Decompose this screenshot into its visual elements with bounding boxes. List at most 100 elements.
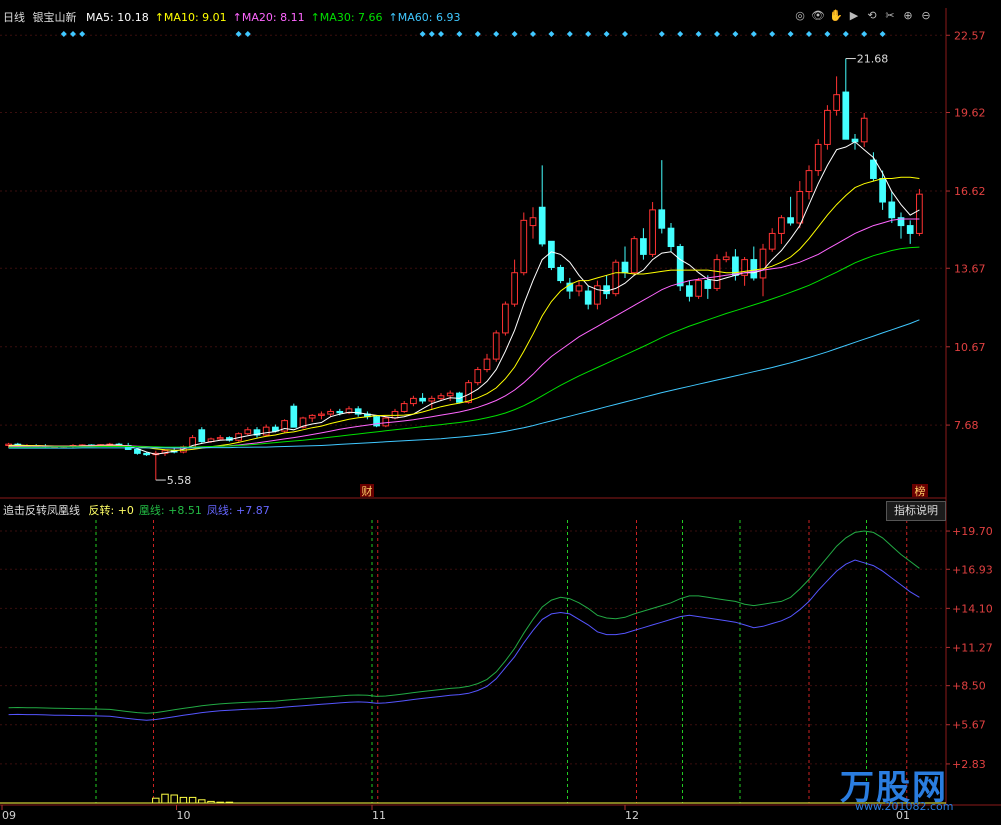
xtick-label-1: 10 — [177, 809, 191, 822]
candle-body-50 — [465, 382, 472, 403]
candle-body-65 — [603, 285, 610, 295]
candle-body-56 — [520, 219, 528, 274]
candle-body-44 — [410, 397, 417, 405]
candle-body-78 — [722, 256, 730, 261]
candle-body-95 — [879, 177, 886, 203]
ma-values: MA5: 10.18 ↑MA10: 9.01 ↑MA20: 8.11 ↑MA30: 7… — [80, 11, 460, 24]
candle-body-74 — [686, 285, 693, 297]
candle-body-82 — [759, 248, 767, 279]
main-ytick-label-0: 22.57 — [954, 29, 986, 42]
ind-ytick-label-1: +16.93 — [952, 563, 993, 576]
candle-body-62 — [575, 285, 583, 292]
chart-control-icon-6[interactable]: ⊕ — [901, 9, 915, 22]
ma-label-1: ↑MA10: 9.01 — [154, 11, 227, 24]
candle-body-33 — [308, 414, 316, 419]
candle-body-28 — [262, 426, 270, 436]
candle-body-55 — [511, 272, 518, 305]
indicator-value-2: 凤线: +7.87 — [206, 504, 270, 517]
reversal-bar-17 — [161, 793, 169, 804]
candle-body-90 — [833, 94, 840, 111]
candle-body-89 — [824, 109, 831, 145]
cai-badge: 财 — [362, 484, 373, 498]
xtick-label-0: 09 — [2, 809, 16, 822]
low-marker-label: 5.58 — [167, 474, 192, 487]
ind-ytick-label-5: +5.67 — [952, 719, 986, 732]
candle-body-47 — [437, 395, 445, 399]
background — [0, 0, 1001, 825]
candle-body-87 — [805, 170, 813, 193]
chart-control-icon-7[interactable]: ⊖ — [919, 9, 933, 22]
candle-body-98 — [906, 225, 914, 234]
chart-control-icon-4[interactable]: ⟲ — [865, 9, 879, 22]
candle-body-54 — [502, 303, 509, 334]
chart-control-icon-3[interactable]: ▶ — [847, 9, 861, 22]
main-ytick-label-3: 13.67 — [954, 262, 986, 275]
candle-body-46 — [428, 397, 436, 402]
candle-body-23 — [216, 437, 224, 440]
candle-body-76 — [704, 280, 712, 289]
candle-body-83 — [768, 232, 776, 250]
candle-body-26 — [244, 429, 252, 435]
reversal-bar-20 — [188, 796, 197, 804]
indicator-explain-button[interactable]: 指标说明 — [886, 501, 946, 521]
candle-body-31 — [290, 405, 298, 428]
ind-ytick-label-4: +8.50 — [952, 680, 986, 693]
candle-body-45 — [419, 397, 426, 402]
candle-body-75 — [695, 280, 702, 297]
xtick-label-3: 12 — [625, 809, 639, 822]
candle-body-15 — [143, 452, 150, 456]
candle-body-63 — [584, 290, 592, 305]
candle-body-57 — [529, 217, 537, 227]
indicator-values: 反转: +0 凰线: +8.51 凤线: +7.87 — [84, 504, 270, 517]
candle-body-48 — [446, 392, 454, 397]
candle-body-84 — [778, 217, 785, 234]
site-logo-url: www.201082.com — [855, 800, 954, 813]
period-label[interactable]: 日线 — [3, 11, 25, 24]
candle-body-36 — [336, 410, 344, 414]
chart-control-icon-0[interactable]: ◎ — [793, 9, 807, 22]
candle-body-14 — [134, 448, 141, 454]
candle-body-35 — [327, 410, 334, 415]
reversal-bar-19 — [179, 796, 188, 804]
ma-label-4: ↑MA60: 6.93 — [388, 11, 461, 24]
main-ytick-label-4: 10.67 — [954, 341, 986, 354]
candle-body-86 — [796, 191, 804, 224]
candle-body-93 — [860, 117, 868, 143]
ma-label-3: ↑MA30: 7.66 — [310, 11, 383, 24]
indicator-value-1: 凰线: +8.51 — [138, 504, 202, 517]
reversal-bar-16 — [152, 797, 160, 804]
candle-body-52 — [483, 358, 491, 371]
candle-body-59 — [548, 240, 555, 268]
chart-controls: ◎ 👁 ✋ ▶ ⟲ ✂ ⊕ ⊖ — [793, 9, 933, 22]
main-ytick-label-2: 16.62 — [954, 185, 986, 198]
xtick-label-2: 11 — [372, 809, 386, 822]
ind-ytick-label-2: +14.10 — [952, 602, 993, 615]
indicator-legend: 追击反转凤凰线 反转: +0 凰线: +8.51 凤线: +7.87 — [3, 504, 270, 518]
main-ytick-label-5: 7.68 — [954, 419, 979, 432]
candle-body-41 — [382, 417, 390, 427]
indicator-name[interactable]: 追击反转凤凰线 — [3, 504, 80, 517]
chart-control-icon-1[interactable]: 👁 — [811, 9, 825, 22]
candle-body-88 — [814, 143, 822, 172]
stock-name: 银宝山新 — [32, 11, 77, 24]
candle-body-73 — [676, 246, 684, 287]
candle-body-60 — [557, 266, 564, 282]
chart-control-icon-2[interactable]: ✋ — [829, 9, 843, 22]
high-marker-label: 21.68 — [857, 53, 889, 66]
candle-body-91 — [842, 91, 850, 140]
ma-label-0: MA5: 10.18 — [86, 11, 149, 24]
ind-ytick-label-6: +2.83 — [952, 758, 986, 771]
candle-body-53 — [492, 332, 500, 360]
candle-body-85 — [787, 217, 794, 224]
candle-body-96 — [888, 201, 896, 219]
candle-body-94 — [870, 159, 877, 179]
candle-body-42 — [391, 410, 399, 419]
chart-control-icon-5[interactable]: ✂ — [883, 9, 897, 22]
candle-body-51 — [474, 369, 482, 384]
chart-canvas: 22.57 19.62 16.62 13.67 10.67 7.68 +19.70 +16.9… — [0, 0, 1001, 825]
main-legend: 日线 银宝山新 MA5: 10.18 ↑MA10: 9.01 ↑MA20: 8.11… — [3, 11, 460, 25]
ind-ytick-label-0: +19.70 — [952, 525, 993, 538]
reversal-bar-18 — [170, 794, 178, 804]
candle-body-77 — [713, 259, 721, 289]
ma-label-2: ↑MA20: 8.11 — [232, 11, 305, 24]
